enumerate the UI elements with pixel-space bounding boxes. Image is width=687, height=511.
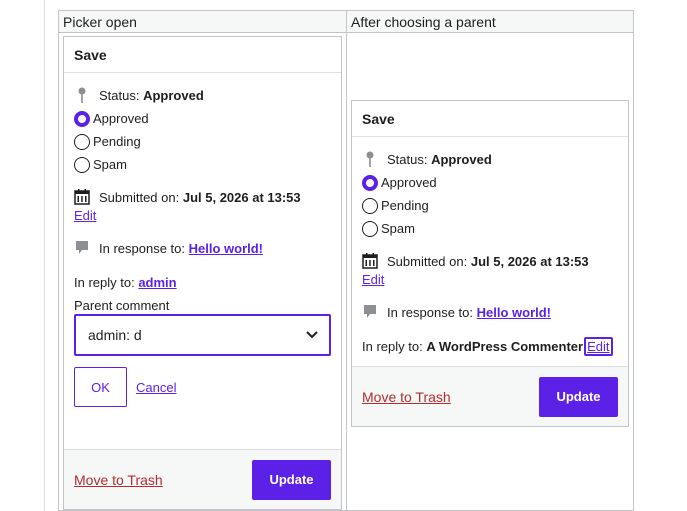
radio-pending[interactable]: Pending (362, 194, 618, 217)
radio-button[interactable] (362, 197, 378, 214)
radio-button-checked[interactable] (74, 110, 90, 127)
submitted-edit-wrap: Edit (362, 272, 618, 287)
submitted-row: Submitted on: Jul 5, 2026 at 13:53 (362, 253, 618, 269)
metabox-body: Status: Approved Approved Pending Spam S… (352, 137, 628, 366)
comment-icon (74, 240, 90, 256)
status-row: Status: Approved (362, 150, 618, 168)
submitted-row: Submitted on: Jul 5, 2026 at 13:53 (74, 189, 331, 205)
radio-label: Approved (93, 111, 149, 126)
move-to-trash-link[interactable]: Move to Trash (74, 472, 163, 488)
in-response-row: In response to: Hello world! (74, 240, 331, 256)
calendar-icon (74, 189, 90, 205)
pin-icon (74, 87, 90, 103)
radio-button-checked[interactable] (362, 174, 378, 191)
comparison-table: Picker open After choosing a parent Save (58, 10, 634, 511)
status-radio-group: Approved Pending Spam (74, 107, 331, 176)
radio-spam[interactable]: Spam (362, 217, 618, 240)
in-response-label: In response to: (387, 304, 473, 320)
in-reply-row: In reply to: admin (74, 275, 331, 290)
radio-approved[interactable]: Approved (74, 107, 331, 130)
status-value: Approved (431, 151, 492, 167)
radio-button[interactable] (74, 133, 90, 150)
radio-label: Pending (381, 198, 429, 213)
submitted-value: Jul 5, 2026 at 13:53 (470, 253, 589, 269)
edit-date-link[interactable]: Edit (362, 272, 384, 287)
update-button[interactable]: Update (539, 376, 618, 417)
in-response-label: In response to: (99, 240, 185, 256)
page-left-border (44, 0, 45, 511)
column-header-picker-open: Picker open (58, 10, 347, 33)
radio-label: Approved (381, 175, 437, 190)
metabox-title: Save (362, 110, 395, 127)
radio-spam[interactable]: Spam (74, 153, 331, 176)
pin-icon (362, 151, 378, 167)
metabox-footer: Move to Trash Update (64, 449, 341, 509)
cancel-link[interactable]: Cancel (136, 380, 176, 395)
status-row: Status: Approved (74, 86, 331, 104)
submitted-value: Jul 5, 2026 at 13:53 (182, 189, 301, 205)
edit-reply-link[interactable]: Edit (584, 337, 613, 356)
column-header-after-choosing: After choosing a parent (346, 10, 634, 33)
parent-comment-label: Parent comment (74, 298, 170, 313)
radio-label: Spam (93, 157, 127, 172)
calendar-icon (362, 253, 378, 269)
metabox-title: Save (74, 46, 107, 63)
edit-date-link[interactable]: Edit (74, 208, 96, 223)
metabox-header: Save (352, 101, 628, 137)
radio-button[interactable] (74, 156, 90, 173)
in-reply-author-link[interactable]: admin (138, 275, 176, 290)
cell-picker-open: Save Status: Approved Approved Pending S… (58, 32, 347, 511)
radio-label: Pending (93, 134, 141, 149)
cell-after-choosing: Save Status: Approved Approved Pending S… (346, 32, 634, 511)
status-label: Status: (387, 151, 428, 167)
radio-approved[interactable]: Approved (362, 171, 618, 194)
metabox-header: Save (64, 37, 341, 73)
ok-button[interactable]: OK (74, 367, 127, 407)
metabox-footer: Move to Trash Update (352, 366, 628, 426)
submitted-label: Submitted on: (99, 189, 180, 205)
radio-label: Spam (381, 221, 415, 236)
update-button[interactable]: Update (252, 459, 331, 500)
chevron-down-icon (305, 327, 319, 343)
save-metabox-picker-open: Save Status: Approved Approved Pending S… (63, 36, 342, 510)
radio-pending[interactable]: Pending (74, 130, 331, 153)
comment-icon (362, 304, 378, 320)
parent-comment-selected-value: admin: d (88, 327, 142, 343)
in-reply-row: In reply to: A WordPress Commenter Edit (362, 337, 618, 356)
submitted-label: Submitted on: (387, 253, 468, 269)
metabox-body: Status: Approved Approved Pending Spam S… (64, 73, 341, 419)
status-label: Status: (99, 87, 140, 103)
parent-comment-select[interactable]: admin: d (74, 314, 331, 356)
radio-button[interactable] (362, 220, 378, 237)
in-response-row: In response to: Hello world! (362, 304, 618, 320)
save-metabox-after-choosing: Save Status: Approved Approved Pending S… (351, 100, 629, 427)
in-response-post-link[interactable]: Hello world! (477, 305, 551, 320)
submitted-edit-wrap: Edit (74, 208, 331, 223)
in-reply-label: In reply to: (74, 275, 135, 290)
move-to-trash-link[interactable]: Move to Trash (362, 389, 451, 405)
in-reply-author-value: A WordPress Commenter (426, 339, 584, 354)
in-response-post-link[interactable]: Hello world! (189, 241, 263, 256)
in-reply-label: In reply to: (362, 339, 423, 354)
picker-actions: OK Cancel (74, 367, 331, 407)
status-radio-group: Approved Pending Spam (362, 171, 618, 240)
status-value: Approved (143, 87, 204, 103)
